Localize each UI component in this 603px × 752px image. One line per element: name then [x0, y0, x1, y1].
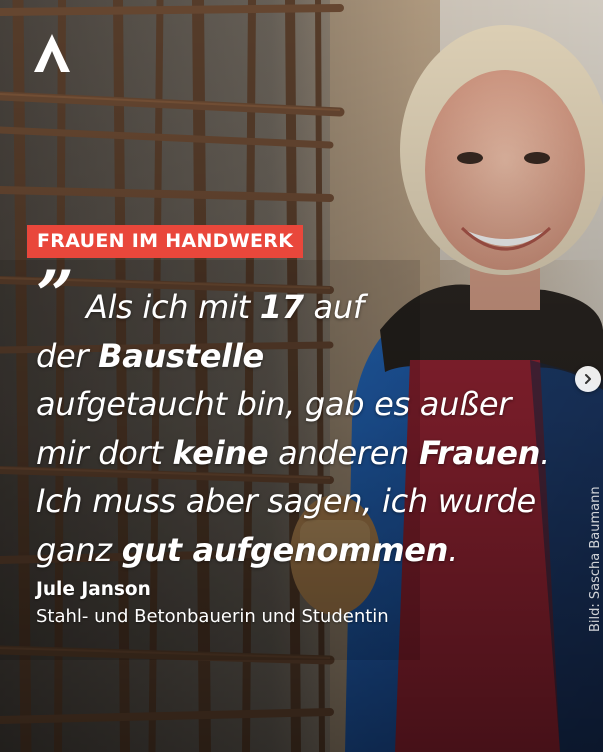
- category-tag: FRAUEN IM HANDWERK: [27, 225, 304, 258]
- post-image: FRAUEN IM HANDWERK ” Als ich mit 17 auf …: [0, 0, 603, 752]
- author-role: Stahl- und Betonbauerin und Studentin: [36, 606, 389, 627]
- next-slide-button[interactable]: [575, 366, 601, 392]
- quote-line-1: Als ich mit 17 auf: [86, 288, 364, 326]
- quote-text: Als ich mit 17 auf der Baustelle aufgeta…: [36, 283, 576, 574]
- author-name: Jule Janson: [36, 579, 151, 600]
- quote-line-2: der Baustelle: [36, 336, 264, 375]
- photo-credit: Bild: Sascha Baumann: [588, 486, 603, 632]
- quote-line-3: aufgetaucht bin, gab es außer: [36, 385, 512, 423]
- quote-line-6: ganz gut aufgenommen.: [36, 530, 459, 569]
- chevron-right-icon: [585, 374, 591, 384]
- quote-line-4: mir dort keine anderen Frauen.: [36, 433, 551, 472]
- chevron-a-logo: [34, 34, 70, 72]
- quote-line-5: Ich muss aber sagen, ich wurde: [36, 482, 536, 520]
